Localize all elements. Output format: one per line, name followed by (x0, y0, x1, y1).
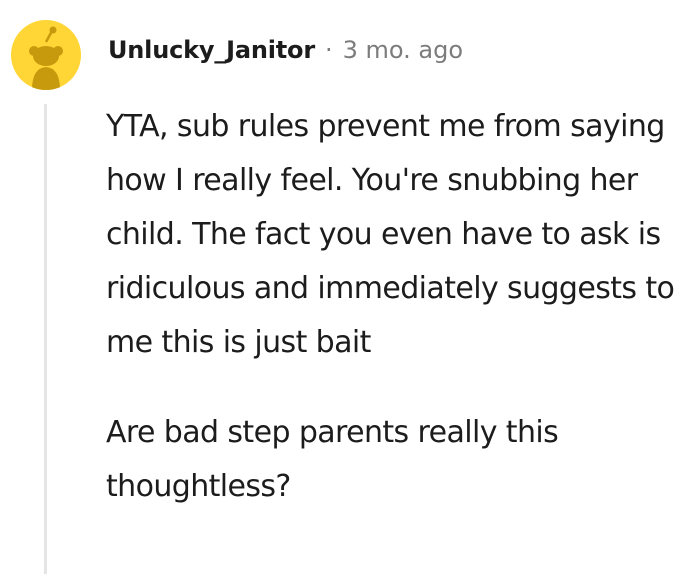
username-link[interactable]: Unlucky_Janitor (108, 36, 315, 64)
comment-paragraph: Are bad step parents really this thought… (106, 415, 559, 504)
comment-paragraph: YTA, sub rules prevent me from saying ho… (106, 109, 675, 360)
thread-collapse-line[interactable] (44, 104, 47, 574)
avatar[interactable] (11, 20, 81, 90)
meta-separator: · (324, 36, 333, 64)
comment-timestamp[interactable]: 3 mo. ago (343, 36, 463, 64)
comment: Unlucky_Janitor · 3 mo. ago YTA, sub rul… (0, 0, 700, 574)
snoo-avatar-icon (29, 26, 63, 90)
comment-meta: Unlucky_Janitor · 3 mo. ago (108, 32, 463, 68)
comment-body: YTA, sub rules prevent me from saying ho… (106, 100, 696, 514)
